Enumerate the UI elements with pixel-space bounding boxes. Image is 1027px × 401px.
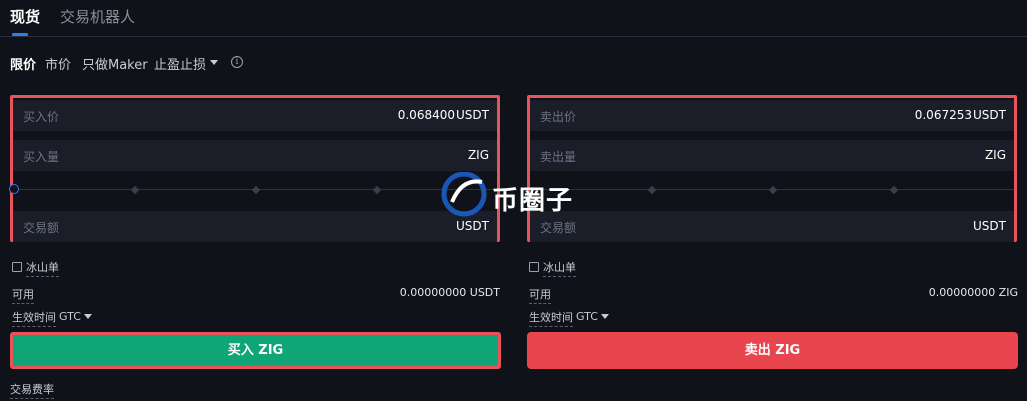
sell-form-panel: 卖出价 0.067253 USDT 卖出量 ZIG 交易额 USDT [527,95,1017,242]
tab-spot[interactable]: 现货 [10,6,40,27]
slider-mark-25[interactable] [647,185,657,195]
sell-price-value: 0.067253 [914,108,972,122]
buy-tif-label: 生效时间 [12,309,56,327]
top-tab-bar [0,0,1027,37]
sell-button[interactable]: 卖出 ZIG [527,332,1018,369]
sell-price-unit: USDT [973,108,1006,122]
slider-mark-50[interactable] [251,185,261,195]
buy-total-label: 交易额 [23,221,60,235]
sell-price-input[interactable]: 卖出价 0.067253 USDT [530,100,1014,131]
watermark-text: 币圈子 [492,186,574,216]
buy-total-input[interactable]: 交易额 USDT [13,211,497,242]
sell-tif-label: 生效时间 [529,309,573,327]
sell-iceberg-checkbox[interactable] [529,262,539,272]
chevron-down-icon[interactable] [84,314,92,319]
slider-mark-25[interactable] [130,185,140,195]
buy-price-label: 买入价 [23,110,60,124]
buy-price-unit: USDT [456,108,489,122]
tab-trading-bot[interactable]: 交易机器人 [60,6,135,27]
buy-tif-select[interactable]: GTC [59,310,81,323]
sell-available-label: 可用 [529,286,551,304]
buy-form-panel: 买入价 0.068400 USDT 买入量 ZIG 交易额 USDT [9,95,500,242]
chevron-down-icon[interactable] [601,314,609,319]
sell-amount-input[interactable]: 卖出量 ZIG [530,140,1014,171]
info-icon[interactable]: i [231,56,243,68]
buy-iceberg-checkbox[interactable] [12,262,22,272]
buy-available-value: 0.00000000 USDT [399,286,500,299]
sell-tif-select[interactable]: GTC [576,310,598,323]
sell-price-label: 卖出价 [540,110,577,124]
buy-iceberg-label: 冰山单 [26,259,59,277]
buy-amount-input[interactable]: 买入量 ZIG [13,140,497,171]
sell-iceberg-label: 冰山单 [543,259,576,277]
slider-mark-75[interactable] [889,185,899,195]
sell-available-value: 0.00000000 ZIG [928,286,1018,299]
sell-total-unit: USDT [973,219,1006,233]
sell-total-input[interactable]: 交易额 USDT [530,211,1014,242]
chevron-down-icon[interactable] [210,60,218,65]
order-type-maker-only[interactable]: 只做Maker [82,54,148,73]
fee-rate-label[interactable]: 交易费率 [10,381,54,399]
buy-price-input[interactable]: 买入价 0.068400 USDT [13,100,497,131]
buy-slider-handle[interactable] [9,184,19,194]
tab-spot-underline [12,33,28,36]
order-type-stop[interactable]: 止盈止损 [154,54,206,73]
sell-amount-label: 卖出量 [540,150,577,164]
buy-amount-label: 买入量 [23,150,60,164]
slider-mark-50[interactable] [768,185,778,195]
buy-amount-unit: ZIG [467,148,489,162]
slider-mark-75[interactable] [372,185,382,195]
buy-button[interactable]: 买入 ZIG [10,332,501,369]
order-type-market[interactable]: 市价 [45,54,71,73]
order-type-limit[interactable]: 限价 [10,54,36,73]
buy-price-value: 0.068400 [397,108,455,122]
buy-available-label: 可用 [12,286,34,304]
sell-amount-unit: ZIG [984,148,1006,162]
